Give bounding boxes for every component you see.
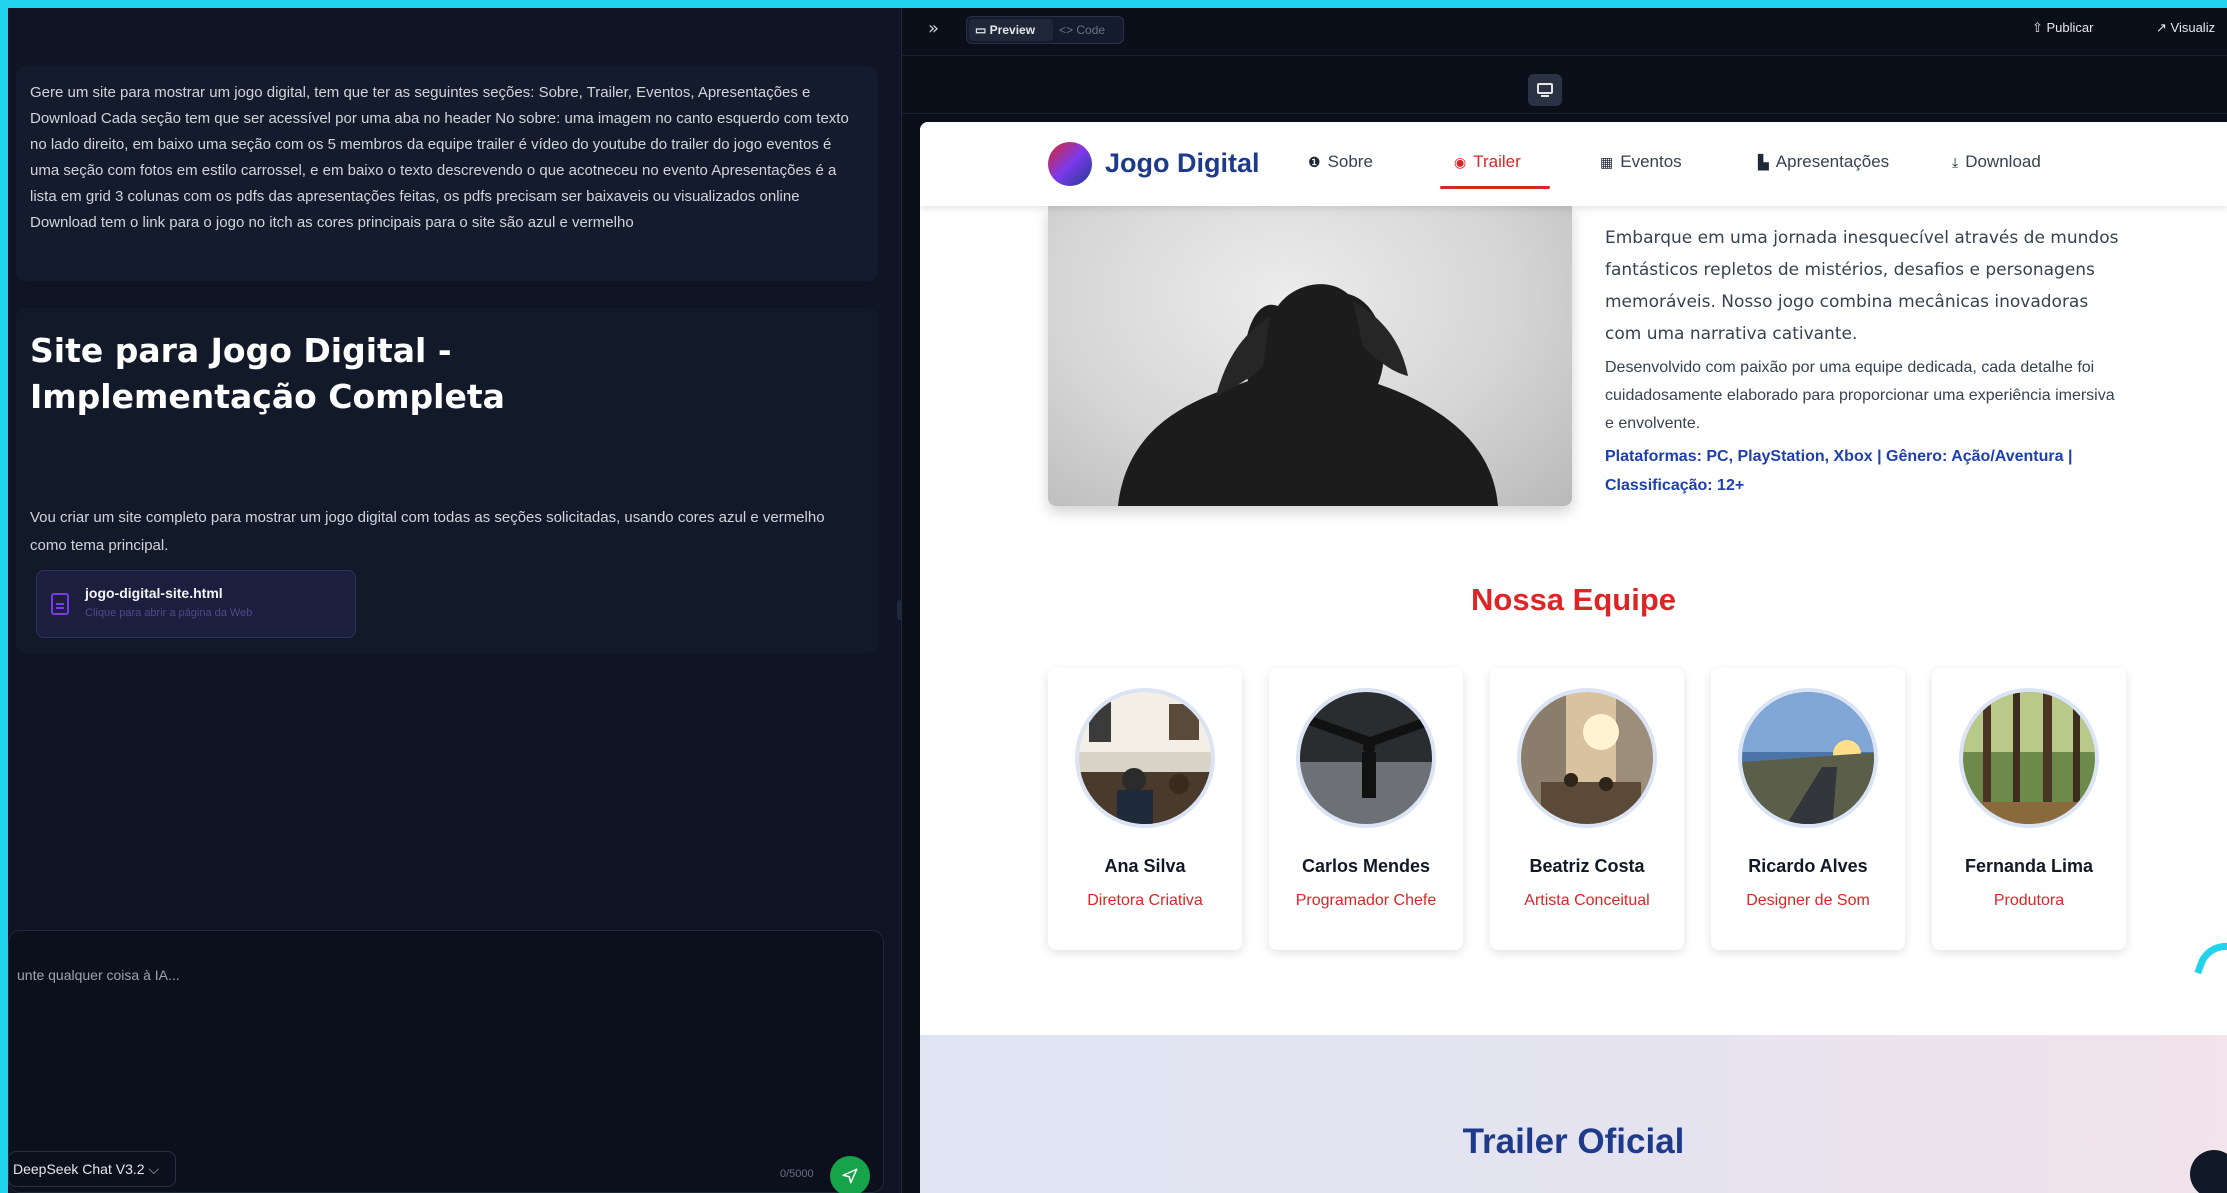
team-card: Ana Silva Diretora Criativa — [1048, 668, 1242, 950]
team-card: Fernanda Lima Produtora — [1932, 668, 2126, 950]
tab-preview[interactable]: ▭ Preview — [969, 19, 1053, 41]
download-icon: ⤓ — [1952, 154, 1959, 170]
file-name: jogo-digital-site.html — [85, 585, 223, 601]
nav-trailer[interactable]: ◉ Trailer — [1454, 152, 1521, 172]
send-button[interactable] — [830, 1156, 870, 1193]
view-label: Visualiz — [2170, 20, 2216, 35]
user-prompt-text: Gere um site para mostrar um jogo digita… — [30, 84, 849, 231]
answer-title: Site para Jogo Digital - Implementação C… — [30, 331, 505, 416]
view-button[interactable]: ↗ Visualiz — [2156, 20, 2215, 36]
answer-body: Vou criar um site completo para mostrar … — [30, 509, 825, 554]
about-paragraph-1: Embarque em uma jornada inesquecível atr… — [1605, 228, 2119, 344]
nav-eventos[interactable]: ▦ Eventos — [1600, 152, 1682, 172]
external-link-icon: ↗ — [2156, 20, 2171, 35]
team-role: Produtora — [1993, 892, 2065, 909]
device-bar — [902, 56, 2227, 114]
team-name: Ricardo Alves — [1748, 856, 1868, 876]
trailer-title: Trailer Oficial — [1462, 1122, 1685, 1161]
team-name: Ana Silva — [1104, 856, 1186, 876]
send-icon — [842, 1168, 858, 1184]
chat-panel: Gere um site para mostrar um jogo digita… — [8, 8, 901, 1193]
collapse-icon[interactable]: » — [928, 18, 939, 39]
team-role: Diretora Criativa — [1087, 892, 1203, 909]
website-preview: Jogo Digital ❶ Sobre ◉ Trailer ▦ Eventos ▙ A… — [920, 122, 2227, 1193]
team-name: Beatriz Costa — [1529, 856, 1645, 876]
nav-download[interactable]: ⤓ Download — [1952, 152, 2041, 172]
pdf-icon: ▙ — [1758, 154, 1769, 170]
about-paragraph-2: Desenvolvido com paixão por uma equipe d… — [1605, 359, 2115, 432]
team-section-title: Nossa Equipe — [1471, 582, 1676, 617]
file-icon — [51, 593, 69, 615]
team-photo — [1738, 688, 1878, 828]
site-logo-text[interactable]: Jogo Digital — [1105, 148, 1260, 179]
team-card: Beatriz Costa Artista Conceitual — [1490, 668, 1684, 950]
tab-preview-label: Preview — [989, 23, 1036, 37]
publish-label: Publicar — [2046, 20, 2094, 35]
preview-panel: » ▭ Preview <> Code ⇧ Publicar ↗ Visuali… — [902, 8, 2227, 1193]
team-name: Fernanda Lima — [1964, 856, 2094, 876]
preview-toolbar: » ▭ Preview <> Code ⇧ Publicar ↗ Visuali… — [902, 8, 2227, 56]
char-count: 0/5000 — [780, 1168, 814, 1180]
upload-icon: ⇧ — [2032, 20, 2047, 35]
view-tabs: ▭ Preview <> Code — [966, 16, 1124, 44]
about-image — [1048, 206, 1572, 506]
file-attachment[interactable]: jogo-digital-site.html Clique para abrir… — [36, 570, 356, 638]
team-name: Carlos Mendes — [1301, 856, 1431, 876]
chat-input-placeholder: unte qualquer coisa à IA... — [17, 967, 180, 983]
active-nav-underline — [1440, 186, 1550, 189]
assistant-answer-card: Site para Jogo Digital - Implementação C… — [16, 308, 878, 653]
nav-apresentacoes[interactable]: ▙ Apresentações — [1758, 152, 1889, 172]
info-icon: ❶ — [1308, 154, 1321, 170]
site-header: Jogo Digital ❶ Sobre ◉ Trailer ▦ Eventos ▙ A… — [920, 122, 2227, 206]
desktop-icon[interactable] — [1528, 74, 1562, 106]
play-icon: ◉ — [1454, 154, 1467, 170]
about-meta: Plataformas: PC, PlayStation, Xbox | Gên… — [1605, 448, 2073, 494]
team-card: Ricardo Alves Designer de Som — [1711, 668, 1905, 950]
chevron-down-icon: ⌵ — [148, 1161, 160, 1177]
team-role: Designer de Som — [1746, 892, 1870, 909]
team-photo — [1296, 688, 1436, 828]
team-role: Programador Chefe — [1295, 892, 1437, 909]
model-select[interactable]: DeepSeek Chat V3.2 ⌵ — [8, 1151, 176, 1187]
file-hint: Clique para abrir a página da Web — [85, 607, 253, 619]
team-photo — [1517, 688, 1657, 828]
team-card: Carlos Mendes Programador Chefe — [1269, 668, 1463, 950]
team-role: Artista Conceitual — [1524, 892, 1650, 909]
publish-button[interactable]: ⇧ Publicar — [2032, 20, 2093, 36]
trailer-section — [920, 1035, 2227, 1193]
tab-code[interactable]: <> Code — [1059, 23, 1105, 37]
window-icon: ▭ — [975, 23, 990, 37]
calendar-icon: ▦ — [1600, 154, 1614, 170]
game-logo — [1048, 142, 1092, 186]
team-photo — [1075, 688, 1215, 828]
user-prompt-card: Gere um site para mostrar um jogo digita… — [16, 66, 878, 281]
team-photo — [1959, 688, 2099, 828]
model-name: DeepSeek Chat V3.2 — [13, 1161, 145, 1177]
nav-sobre[interactable]: ❶ Sobre — [1308, 152, 1373, 172]
